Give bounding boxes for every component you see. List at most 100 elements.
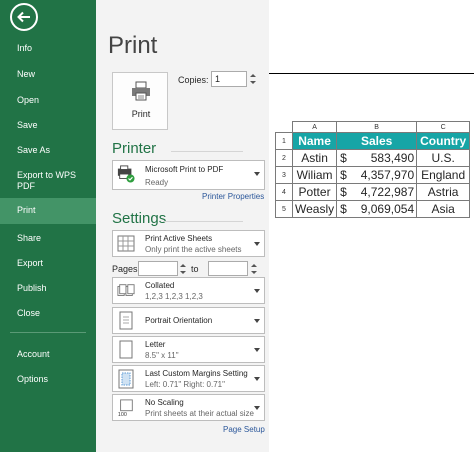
printer-name: Microsoft Print to PDF xyxy=(145,165,224,174)
spin-down-icon[interactable] xyxy=(250,81,256,84)
pages-to-stepper[interactable] xyxy=(251,261,259,276)
nav-new[interactable]: New xyxy=(0,69,96,80)
chevron-down-icon xyxy=(254,377,260,381)
nav-print[interactable]: Print xyxy=(0,198,96,224)
cell-country: Astria xyxy=(416,183,471,201)
nav-save-as[interactable]: Save As xyxy=(0,145,96,156)
print-button[interactable]: Print xyxy=(112,72,168,130)
nav-open[interactable]: Open xyxy=(0,95,96,106)
margins-desc: Left: 0.71" Right: 0.71" xyxy=(145,380,225,389)
cell-name: Astin xyxy=(291,149,338,167)
section-divider xyxy=(171,151,243,152)
printer-status: Ready xyxy=(145,178,169,187)
svg-text:100: 100 xyxy=(118,412,127,418)
copies-label: Copies: xyxy=(178,75,209,85)
nav-options[interactable]: Options xyxy=(0,374,96,385)
table-row: 4 Potter $4,722,987 Astria xyxy=(275,183,471,201)
header-name: Name xyxy=(291,132,338,150)
cell-country: Asia xyxy=(416,200,471,218)
no-scaling-icon: 100 xyxy=(118,399,133,418)
pages-to-label: to xyxy=(191,264,199,274)
copies-stepper[interactable] xyxy=(250,71,258,87)
chevron-down-icon xyxy=(254,319,260,323)
page-setup-link[interactable]: Page Setup xyxy=(223,425,265,434)
collation-select[interactable]: Collated 1,2,3 1,2,3 1,2,3 xyxy=(112,277,265,304)
cell-sales: $9,069,054 xyxy=(336,200,418,218)
page-title: Print xyxy=(108,32,158,59)
paper-size-select[interactable]: Letter 8.5" x 11" xyxy=(112,336,265,363)
backstage-nav: Info New Open Save Save As Export to WPS… xyxy=(0,0,96,452)
sales-amount: 4,722,987 xyxy=(360,185,415,199)
printer-properties-link[interactable]: Printer Properties xyxy=(202,192,264,201)
nav-close[interactable]: Close xyxy=(0,308,96,319)
spin-up-icon[interactable] xyxy=(180,264,186,267)
copies-input[interactable]: 1 xyxy=(211,71,247,87)
corner-cell xyxy=(275,121,293,133)
cell-country: U.S. xyxy=(416,149,471,167)
sales-amount: 9,069,054 xyxy=(360,202,415,216)
cell-name: Potter xyxy=(291,183,338,201)
row-number: 3 xyxy=(275,166,293,184)
print-settings-pane: Print Print Copies: 1 Printer Microsoft … xyxy=(96,0,269,452)
table-row: 2 Astin $583,490 U.S. xyxy=(275,149,471,167)
orientation-select[interactable]: Portrait Orientation xyxy=(112,307,265,334)
table-row: 3 Wiliam $4,357,970 England xyxy=(275,166,471,184)
print-preview: A B C 1 Name Sales Country 2 Astin $583,… xyxy=(269,0,474,452)
printer-ready-icon xyxy=(117,165,135,183)
nav-divider xyxy=(10,332,86,333)
settings-heading: Settings xyxy=(112,210,167,227)
printer-select[interactable]: Microsoft Print to PDF Ready xyxy=(112,160,265,190)
row-number: 5 xyxy=(275,200,293,218)
chevron-down-icon xyxy=(254,172,260,176)
currency-symbol: $ xyxy=(340,185,347,199)
pages-to-input[interactable] xyxy=(208,261,248,276)
cell-name: Wiliam xyxy=(291,166,338,184)
back-arrow-icon[interactable] xyxy=(10,3,38,31)
scaling-select[interactable]: 100 No Scaling Print sheets at their act… xyxy=(112,394,265,421)
currency-symbol: $ xyxy=(340,202,347,216)
chevron-down-icon xyxy=(254,348,260,352)
scaling-value: No Scaling xyxy=(145,398,184,407)
currency-symbol: $ xyxy=(340,168,347,182)
preview-sheet-table: A B C 1 Name Sales Country 2 Astin $583,… xyxy=(275,121,471,218)
paper-size-value: Letter xyxy=(145,340,166,349)
margins-select[interactable]: Last Custom Margins Setting Left: 0.71" … xyxy=(112,365,265,392)
chevron-down-icon xyxy=(254,406,260,410)
header-country: Country xyxy=(416,132,471,150)
currency-symbol: $ xyxy=(340,151,347,165)
spin-up-icon[interactable] xyxy=(250,74,256,77)
row-number: 1 xyxy=(275,132,293,150)
nav-publish[interactable]: Publish xyxy=(0,283,96,294)
nav-export-wps-pdf[interactable]: Export to WPS PDF xyxy=(0,170,80,192)
scaling-desc: Print sheets at their actual size xyxy=(145,409,254,418)
paper-size-dims: 8.5" x 11" xyxy=(145,351,179,360)
spin-up-icon[interactable] xyxy=(251,264,257,267)
spin-down-icon[interactable] xyxy=(251,271,257,274)
chevron-down-icon xyxy=(254,289,260,293)
column-letter: B xyxy=(336,121,418,133)
nav-info[interactable]: Info xyxy=(0,43,96,54)
spin-down-icon[interactable] xyxy=(180,271,186,274)
table-header-row: 1 Name Sales Country xyxy=(275,132,471,150)
collation-desc: 1,2,3 1,2,3 1,2,3 xyxy=(145,292,203,301)
column-letter-row: A B C xyxy=(275,121,471,133)
portrait-page-icon xyxy=(119,311,133,330)
pages-from-input[interactable] xyxy=(138,261,178,276)
margins-icon xyxy=(118,369,134,389)
pages-from-stepper[interactable] xyxy=(180,261,188,276)
sales-amount: 583,490 xyxy=(370,151,415,165)
chevron-down-icon xyxy=(254,242,260,246)
nav-account[interactable]: Account xyxy=(0,349,96,360)
cell-country: England xyxy=(416,166,471,184)
nav-share[interactable]: Share xyxy=(0,233,96,244)
pages-label: Pages: xyxy=(112,264,141,274)
nav-save[interactable]: Save xyxy=(0,120,96,131)
print-button-label: Print xyxy=(131,109,151,119)
cell-sales: $4,357,970 xyxy=(336,166,418,184)
print-scope-desc: Only print the active sheets xyxy=(145,245,242,254)
cell-sales: $4,722,987 xyxy=(336,183,418,201)
printer-icon xyxy=(132,81,150,101)
row-number: 2 xyxy=(275,149,293,167)
print-scope-select[interactable]: Print Active Sheets Only print the activ… xyxy=(112,230,265,257)
nav-export[interactable]: Export xyxy=(0,258,96,269)
